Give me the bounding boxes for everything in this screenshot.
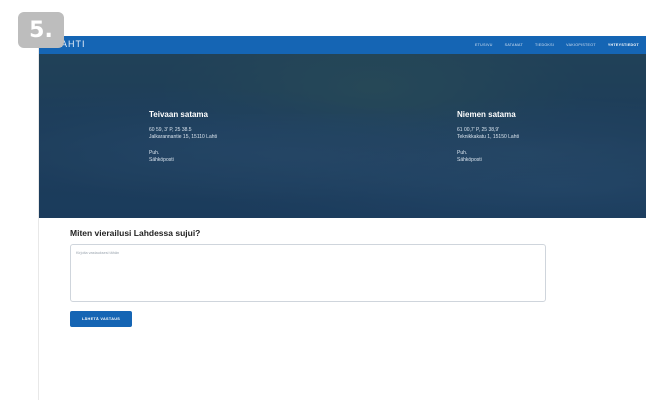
- top-navigation-bar: AHTI ETUSIVU SATAMAT TIEDOKSI VAKIOPISTE…: [39, 36, 646, 54]
- harbor-address: Jalkarannantie 15, 15110 Lahti: [149, 133, 218, 140]
- submit-answer-button[interactable]: LÄHETÄ VASTAUS: [70, 311, 132, 327]
- harbor-address: Teknikkakatu 1, 15150 Lahti: [457, 133, 519, 140]
- nav-item-etusivu[interactable]: ETUSIVU: [475, 43, 493, 47]
- nav-item-vakiopisteot[interactable]: VAKIOPISTEOT: [566, 43, 596, 47]
- harbor-name: Teivaan satama: [149, 110, 208, 119]
- nav-item-tiedoksi[interactable]: TIEDOKSI: [535, 43, 554, 47]
- site-logo[interactable]: AHTI: [61, 39, 86, 49]
- step-badge: 5.: [18, 12, 64, 48]
- hero-overlay: [39, 54, 646, 218]
- nav-item-satamat[interactable]: SATAMAT: [505, 43, 523, 47]
- harbor-card-teivaa: Teivaan satama 60 59, 3' P, 25 38.5 Jalk…: [149, 110, 217, 163]
- harbor-email-label[interactable]: Sähköposti: [149, 157, 217, 164]
- nav-item-yhteystiedot[interactable]: YHTEYSTIEDOT: [608, 43, 639, 47]
- feedback-placeholder: Kirjoita vastauksesi tähän: [76, 251, 120, 255]
- harbor-name: Niemen satama: [457, 110, 516, 119]
- feedback-textarea[interactable]: Kirjoita vastauksesi tähän: [70, 244, 546, 302]
- harbor-email-label[interactable]: Sähköposti: [457, 157, 519, 164]
- web-page: AHTI ETUSIVU SATAMAT TIEDOKSI VAKIOPISTE…: [38, 36, 646, 400]
- feedback-question: Miten vierailusi Lahdessa sujui?: [70, 228, 201, 238]
- main-nav: ETUSIVU SATAMAT TIEDOKSI VAKIOPISTEOT YH…: [475, 36, 639, 54]
- hero-harbor-image: Teivaan satama 60 59, 3' P, 25 38.5 Jalk…: [39, 54, 646, 218]
- harbor-card-niemi: Niemen satama 61 00,7' P, 25 38,9' Tekni…: [457, 110, 519, 163]
